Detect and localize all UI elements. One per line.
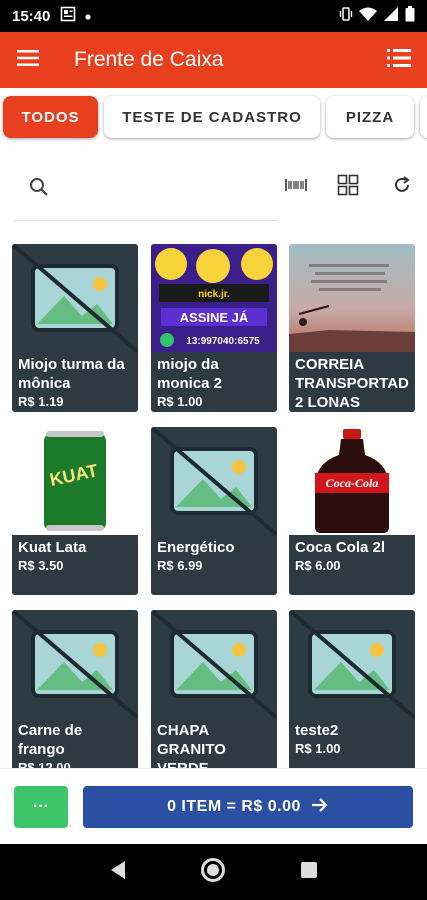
product-image-bottle: Coca-Cola [289, 427, 415, 535]
product-price: R$ 1.00 [157, 394, 203, 409]
signal-icon [383, 6, 399, 26]
tab-pizza[interactable]: PIZZA [326, 96, 414, 138]
svg-text:Coca-Cola: Coca-Cola [326, 476, 379, 490]
tab-teste-de-cadastro[interactable]: TESTE DE CADASTRO [104, 96, 320, 138]
search-row [0, 160, 427, 221]
nav-home-button[interactable] [193, 852, 233, 892]
cart-total-label: 0 ITEM = R$ 0.00 [167, 798, 301, 815]
search-underline [14, 220, 277, 221]
search-icon [28, 176, 50, 198]
product-image-photo [289, 244, 415, 352]
barcode-scan-button[interactable] [283, 174, 309, 200]
product-name: Miojo turma da mônica [18, 356, 125, 392]
product-name: teste2 [295, 722, 339, 739]
wifi-icon [359, 7, 377, 25]
product-name: Energético [157, 539, 235, 556]
vibrate-icon [339, 6, 353, 26]
search-input[interactable] [56, 170, 270, 204]
product-card[interactable]: teste2 R$ 1.00 [289, 610, 415, 768]
back-icon [109, 860, 127, 885]
product-name: CHAPA GRANITO VERDE [157, 722, 226, 768]
product-price: R$ 6.99 [157, 558, 203, 573]
menu-button[interactable] [0, 32, 56, 88]
bottom-action-bar: ··· 0 ITEM = R$ 0.00 [0, 768, 427, 844]
product-name: Coca Cola 2l [295, 539, 386, 556]
no-image-icon [151, 427, 277, 537]
status-bar: 15:40 [0, 0, 427, 32]
nav-recents-button[interactable] [289, 852, 329, 892]
grid-view-button[interactable] [335, 174, 361, 200]
list-icon [387, 48, 411, 72]
product-image-placeholder [12, 244, 138, 354]
product-info: Energético R$ 6.99 [151, 535, 277, 595]
product-price: R$ 3.50 [18, 558, 64, 573]
product-grid: Miojo turma da mônica R$ 1.19 nick.jr. A… [12, 244, 416, 768]
home-icon [200, 857, 226, 888]
product-info: teste2 R$ 1.00 [289, 718, 415, 768]
system-nav-bar [0, 844, 427, 900]
product-info: CHAPA GRANITO VERDE [151, 718, 277, 768]
product-price: R$ 6.00 [295, 558, 341, 573]
tab-more[interactable] [420, 96, 427, 138]
svg-text:nick.jr.: nick.jr. [198, 289, 230, 300]
nav-back-button[interactable] [98, 852, 138, 892]
product-image-can: KUAT [12, 427, 138, 535]
barcode-scan-icon [285, 177, 307, 198]
no-image-icon [12, 610, 138, 720]
recents-icon [300, 861, 318, 884]
svg-text:13:997040:6575: 13:997040:6575 [186, 336, 260, 347]
status-time: 15:40 [12, 7, 51, 25]
product-card[interactable]: nick.jr. ASSINE JÁ 13:997040:6575 miojo … [151, 244, 277, 412]
product-card[interactable]: CHAPA GRANITO VERDE [151, 610, 277, 768]
product-card[interactable]: Coca-Cola Coca Cola 2l R$ 6.00 [289, 427, 415, 595]
product-image-placeholder [289, 610, 415, 720]
arrow-right-icon [311, 797, 329, 818]
refresh-icon [392, 175, 412, 200]
product-card[interactable]: Carne de frango R$ 12.00 [12, 610, 138, 768]
no-image-icon [12, 244, 138, 354]
product-info: Miojo turma da mônica R$ 1.19 [12, 352, 138, 412]
product-card[interactable]: KUAT Kuat Lata R$ 3.50 [12, 427, 138, 595]
cart-total-button[interactable]: 0 ITEM = R$ 0.00 [83, 786, 413, 828]
product-info: Kuat Lata R$ 3.50 [12, 535, 138, 595]
hamburger-menu-icon [17, 49, 39, 71]
app-bar: Frente de Caixa [0, 32, 427, 88]
refresh-button[interactable] [389, 174, 415, 200]
product-price: R$ 12.00 [18, 760, 71, 768]
product-card[interactable]: Miojo turma da mônica R$ 1.19 [12, 244, 138, 412]
product-image-placeholder [151, 427, 277, 537]
product-name: Kuat Lata [18, 539, 87, 556]
list-view-button[interactable] [371, 32, 427, 88]
page-title: Frente de Caixa [74, 48, 224, 71]
product-image-placeholder [12, 610, 138, 720]
grid-icon [337, 174, 359, 201]
category-tabs: TODOS TESTE DE CADASTRO PIZZA [0, 88, 427, 146]
product-info: miojo da monica 2 R$ 1.00 [151, 352, 277, 412]
no-image-icon [289, 610, 415, 720]
product-card[interactable]: CORREIA TRANSPORTADORA 2 LONAS [289, 244, 415, 412]
svg-text:ASSINE JÁ: ASSINE JÁ [180, 310, 249, 325]
product-info: Carne de frango R$ 12.00 [12, 718, 138, 768]
product-image-ad: nick.jr. ASSINE JÁ 13:997040:6575 [151, 244, 277, 352]
product-info: Coca Cola 2l R$ 6.00 [289, 535, 415, 595]
more-options-button[interactable]: ··· [14, 786, 68, 828]
product-price: R$ 1.00 [295, 741, 341, 756]
product-name: Carne de frango [18, 722, 83, 758]
product-name: miojo da monica 2 [157, 356, 223, 392]
dot-icon [84, 8, 92, 25]
product-price: R$ 1.19 [18, 394, 64, 409]
product-image-placeholder [151, 610, 277, 720]
battery-icon [405, 6, 415, 26]
tab-todos[interactable]: TODOS [3, 96, 98, 138]
news-icon [60, 6, 76, 26]
no-image-icon [151, 610, 277, 720]
product-card[interactable]: Energético R$ 6.99 [151, 427, 277, 595]
product-info: CORREIA TRANSPORTADORA 2 LONAS [289, 352, 415, 412]
product-name: CORREIA TRANSPORTADORA 2 LONAS [295, 356, 409, 411]
